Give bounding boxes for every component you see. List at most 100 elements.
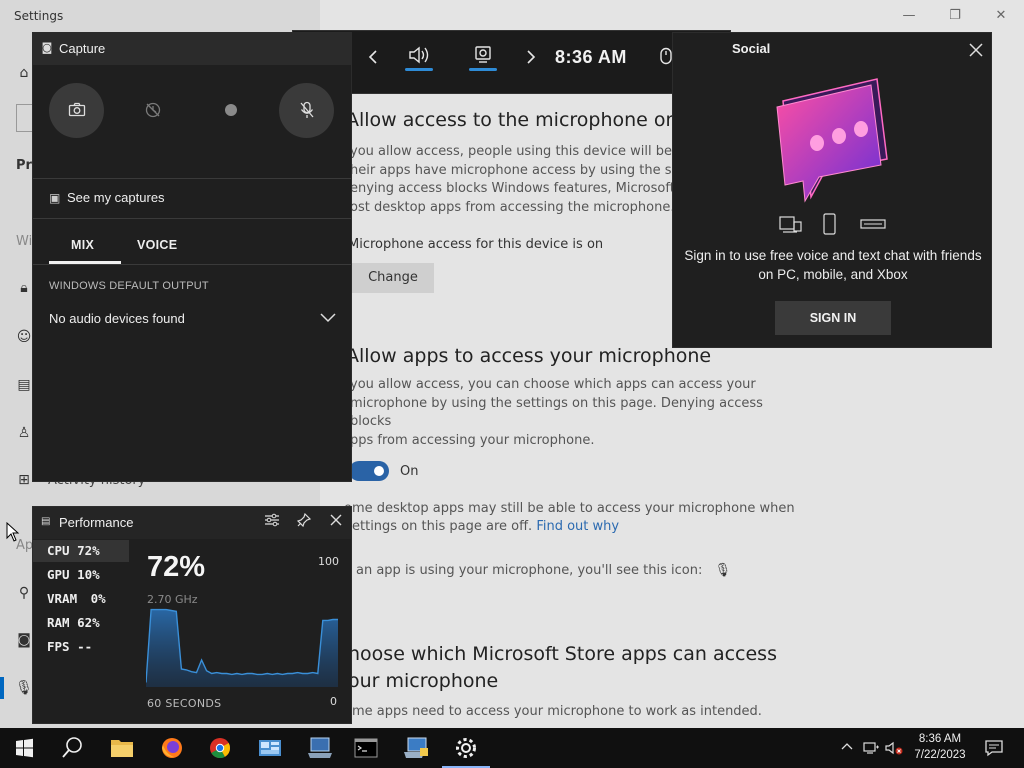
close-icon[interactable] (325, 513, 347, 533)
chevron-left-icon[interactable] (355, 45, 391, 79)
mic-icon-note-text: an app is using your microphone, you'll … (356, 563, 703, 578)
graph-area (146, 609, 338, 687)
stat-label: GPU (47, 567, 70, 582)
pin-icon[interactable] (293, 512, 315, 533)
home-icon[interactable]: ⌂ (14, 63, 34, 83)
graph-window-label: 60 SECONDS (147, 697, 222, 710)
stat-label: FPS (47, 639, 70, 654)
capture-widget-icon[interactable] (465, 45, 501, 79)
firefox-icon[interactable] (148, 728, 196, 768)
windows-permissions-fragment: Wi (16, 234, 33, 249)
capture-header-icon: ◙ (41, 41, 53, 54)
toggle-state-label: On (400, 464, 419, 479)
capture-header[interactable]: ◙ Capture (33, 33, 351, 65)
stat-vram[interactable]: VRAM 0% (33, 588, 129, 610)
active-indicator (405, 68, 433, 71)
stat-label: RAM (47, 615, 70, 630)
stat-fps[interactable]: FPS -- (33, 636, 129, 658)
cpu-usage-graph (146, 608, 338, 687)
mic-access-heading: Allow access to the microphone on th (346, 109, 704, 131)
stat-gpu[interactable]: GPU 10% (33, 564, 129, 586)
stat-ram[interactable]: RAM 62% (33, 612, 129, 634)
change-button[interactable]: Change (352, 263, 434, 293)
options-icon[interactable] (261, 513, 283, 533)
desktop-apps-note-text: ettings on this page are off. (352, 519, 533, 534)
screenshot-button[interactable] (49, 83, 104, 138)
people-icon[interactable]: ☺ (14, 327, 34, 347)
location-icon[interactable]: ⚲ (14, 583, 34, 603)
notification-icon[interactable] (984, 739, 1004, 760)
close-icon[interactable] (965, 39, 987, 61)
stat-value: 72% (77, 543, 100, 558)
pc-icon (779, 216, 795, 230)
taskbar-clock[interactable]: 8:36 AM 7/22/2023 (905, 731, 975, 763)
remote-desktop-icon[interactable] (296, 728, 344, 768)
game-bar-strip: 8:36 AM (292, 30, 731, 94)
gallery-icon: ▣ (49, 191, 61, 205)
social-widget: Social Sign in to use free voice and tex… (672, 32, 992, 348)
chevron-down-icon[interactable] (318, 309, 338, 325)
apps-access-heading: Allow apps to access your microphone (346, 345, 712, 367)
store-apps-heading-2: our microphone (348, 670, 499, 692)
active-indicator (469, 68, 497, 71)
command-prompt-icon[interactable] (342, 728, 390, 768)
network-icon[interactable] (862, 740, 880, 759)
volume-muted-icon[interactable] (884, 740, 904, 759)
phone-icon (823, 213, 836, 235)
timeline-icon[interactable]: ⊞ (14, 470, 34, 490)
stat-label: VRAM (47, 591, 78, 606)
audio-widget-icon[interactable] (401, 45, 437, 79)
performance-header-icon: ▤ (41, 516, 51, 527)
social-title: Social (732, 41, 771, 56)
record-dot-icon[interactable] (203, 83, 258, 138)
game-bar-clock: 8:36 AM (555, 47, 627, 67)
network-settings-icon[interactable] (392, 728, 440, 768)
cpu-usage-large: 72% (147, 551, 206, 583)
record-last-30s-icon[interactable] (125, 83, 180, 138)
tab-voice[interactable]: VOICE (137, 238, 177, 252)
store-apps-description: ome apps need to access your microphone … (344, 704, 762, 719)
control-panel-icon[interactable] (246, 728, 294, 768)
desktop-apps-note-1: ome desktop apps may still be able to ac… (344, 501, 795, 516)
start-button[interactable] (0, 728, 48, 768)
clock-time: 8:36 AM (918, 733, 962, 745)
tab-mix[interactable]: MIX (71, 238, 94, 252)
mic-access-status: Microphone access for this device is on (348, 237, 604, 252)
chat-bubble-illustration (773, 73, 893, 203)
see-my-captures-label: See my captures (67, 190, 165, 205)
search-icon[interactable] (48, 728, 96, 768)
clipboard-icon[interactable]: ▤ (14, 375, 34, 395)
chevron-up-icon[interactable] (840, 740, 854, 757)
capture-widget: ◙ Capture ▣ See my captures MIX VOICE WIN… (32, 32, 352, 482)
output-device-select[interactable]: No audio devices found (49, 311, 185, 326)
microphone-icon[interactable]: 🎙︎ (14, 678, 34, 698)
find-out-why-link[interactable]: Find out why (536, 519, 619, 534)
camera-icon[interactable]: ◙ (14, 630, 34, 650)
clock-date: 7/22/2023 (914, 749, 966, 761)
stat-cpu[interactable]: CPU 72% (33, 540, 129, 562)
taskbar: 8:36 AM 7/22/2023 (0, 728, 1024, 768)
selected-indicator (0, 677, 4, 699)
sign-in-button[interactable]: SIGN IN (775, 301, 891, 335)
toggle-knob (374, 466, 384, 476)
file-explorer-icon[interactable] (98, 728, 146, 768)
graph-max-label: 100 (318, 555, 339, 568)
tab-divider (33, 264, 351, 265)
social-signin-message: Sign in to use free voice and text chat … (684, 248, 982, 282)
apps-access-line: pps from accessing your microphone. (350, 432, 595, 448)
chevron-right-icon[interactable] (513, 45, 549, 79)
output-device-label: WINDOWS DEFAULT OUTPUT (49, 280, 209, 292)
person-icon[interactable]: ♙ (14, 423, 34, 443)
settings-gear-icon[interactable] (442, 728, 490, 768)
graph-min-label: 0 (330, 695, 337, 708)
see-my-captures-link[interactable]: ▣ See my captures (49, 190, 165, 205)
mic-muted-button[interactable] (279, 83, 334, 138)
stat-value: 0% (90, 591, 106, 606)
performance-title: Performance (59, 515, 134, 530)
stat-value: 62% (77, 615, 100, 630)
lock-icon[interactable]: 🔒︎ (14, 278, 34, 298)
apps-access-toggle[interactable] (349, 461, 389, 481)
apps-access-line: microphone by using the settings on this… (350, 395, 763, 430)
chrome-icon[interactable] (196, 728, 244, 768)
performance-header[interactable]: ▤ Performance (33, 507, 351, 539)
